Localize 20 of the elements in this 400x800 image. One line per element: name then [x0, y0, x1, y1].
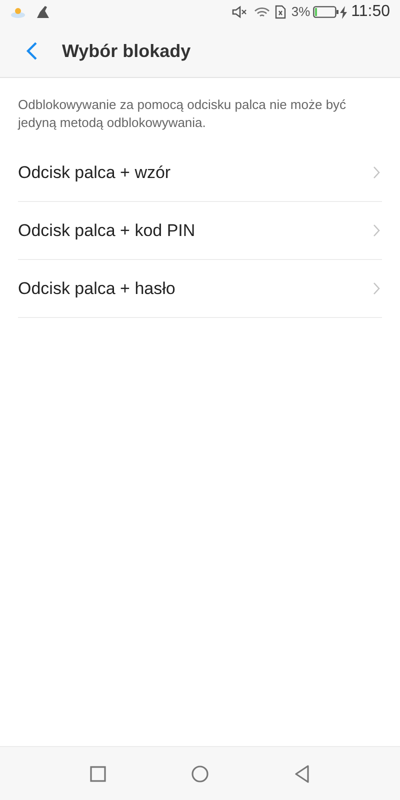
option-row[interactable]: Odcisk palca + wzór: [18, 144, 382, 202]
home-button[interactable]: [191, 764, 209, 782]
chevron-icon: [373, 282, 380, 295]
cloud-icon: [10, 6, 26, 18]
chevron-icon: [373, 224, 380, 237]
page-title: Wybór blokady: [62, 40, 191, 63]
battery-percent: 3%: [291, 3, 310, 22]
charging-icon: [340, 6, 348, 18]
chevron-icon: [373, 166, 380, 179]
back-nav-button[interactable]: [294, 764, 310, 782]
sim-icon: [275, 5, 286, 19]
wifi-icon: [254, 6, 270, 18]
clock: 11:50: [351, 2, 390, 22]
back-button[interactable]: [26, 41, 38, 61]
description-text: Odblokowywanie za pomocą odcisku palca nie może być jedyną metodą odblokowywania.: [18, 96, 348, 132]
option-row[interactable]: Odcisk palca + hasło: [18, 260, 382, 318]
mute-icon: [232, 5, 248, 19]
recents-button[interactable]: [90, 766, 106, 782]
battery-icon: [313, 6, 340, 18]
option-row[interactable]: Odcisk palca + kod PIN: [18, 202, 382, 260]
